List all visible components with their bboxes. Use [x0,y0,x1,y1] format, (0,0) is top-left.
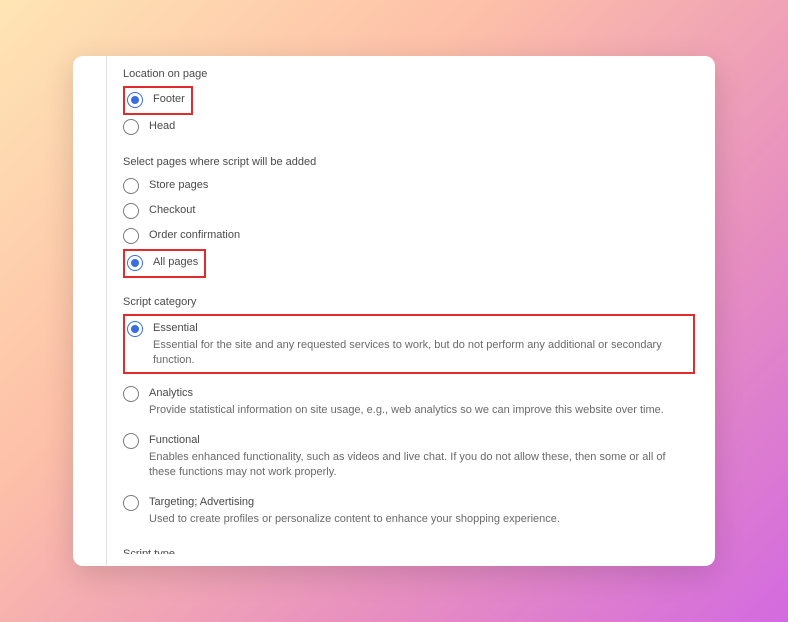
section-title-location: Location on page [123,68,695,80]
radio-footer[interactable] [127,92,143,108]
option-checkout[interactable]: Checkout [123,199,695,222]
radio-targeting[interactable] [123,495,139,511]
radio-store-pages[interactable] [123,178,139,194]
section-title-category: Script category [123,296,695,308]
settings-card: Location on page Footer Head Select page… [73,56,715,566]
option-head[interactable]: Head [123,115,695,138]
radio-essential[interactable] [127,321,143,337]
radio-all-pages[interactable] [127,255,143,271]
radio-order-confirmation[interactable] [123,228,139,244]
option-order-confirmation[interactable]: Order confirmation [123,224,695,247]
sidebar-divider [106,56,107,566]
radio-analytics[interactable] [123,386,139,402]
section-title-pages: Select pages where script will be added [123,156,695,168]
label-functional: Functional [149,432,695,448]
label-order-confirmation: Order confirmation [149,227,695,243]
label-essential: Essential [153,320,689,336]
highlight-footer: Footer [123,86,193,115]
label-head: Head [149,118,695,134]
option-analytics[interactable]: Analytics Provide statistical informatio… [123,382,695,421]
radio-functional[interactable] [123,433,139,449]
option-functional[interactable]: Functional Enables enhanced functionalit… [123,429,695,483]
desc-targeting: Used to create profiles or personalize c… [149,512,695,527]
label-footer: Footer [153,91,185,107]
desc-essential: Essential for the site and any requested… [153,338,689,368]
desc-functional: Enables enhanced functionality, such as … [149,450,695,480]
option-footer[interactable]: Footer [127,88,185,111]
section-title-type: Script type [123,548,695,554]
label-targeting: Targeting; Advertising [149,494,695,510]
label-all-pages: All pages [153,254,198,270]
radio-checkout[interactable] [123,203,139,219]
option-all-pages[interactable]: All pages [127,251,198,274]
option-store-pages[interactable]: Store pages [123,174,695,197]
section-category: Script category Essential Essential for … [123,296,695,530]
section-location: Location on page Footer Head [123,68,695,138]
desc-analytics: Provide statistical information on site … [149,403,695,418]
option-essential[interactable]: Essential Essential for the site and any… [127,317,689,371]
label-store-pages: Store pages [149,177,695,193]
highlight-all-pages: All pages [123,249,206,278]
label-checkout: Checkout [149,202,695,218]
label-analytics: Analytics [149,385,695,401]
section-type: Script type URL Script [123,548,695,554]
form-content: Location on page Footer Head Select page… [123,68,695,554]
highlight-essential: Essential Essential for the site and any… [123,314,695,374]
option-targeting[interactable]: Targeting; Advertising Used to create pr… [123,491,695,530]
section-pages: Select pages where script will be added … [123,156,695,278]
radio-head[interactable] [123,119,139,135]
